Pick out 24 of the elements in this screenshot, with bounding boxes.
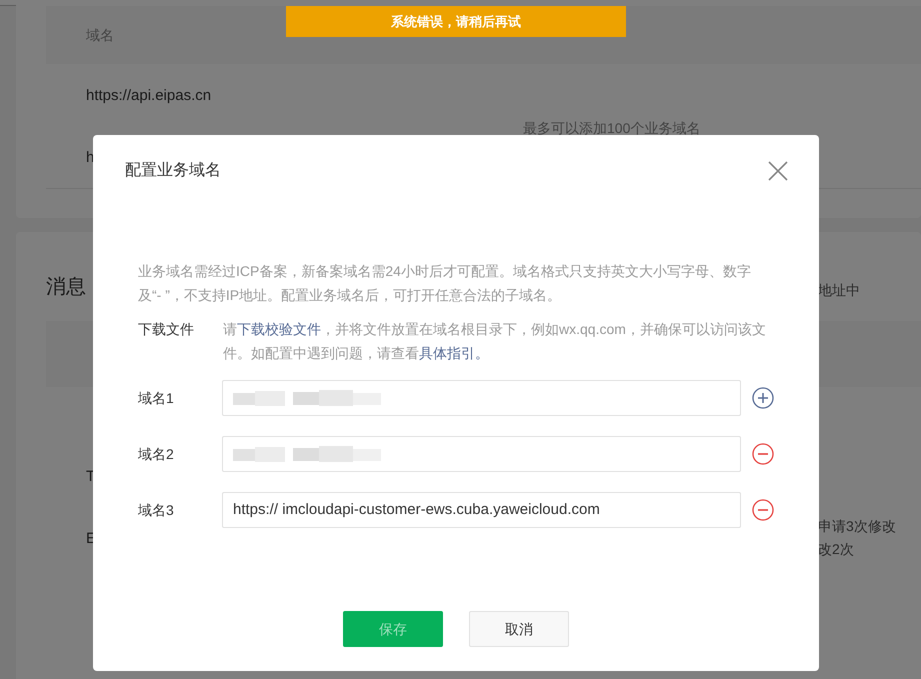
close-icon[interactable] xyxy=(767,160,789,182)
instruction-text: 请下载校验文件，并将文件放置在域名根目录下，例如wx.qq.com，并确保可以访问该文件。如配置中遇到问题，请查看具体指引。 xyxy=(223,320,767,363)
table-cell-text: 申请3次修改 xyxy=(818,517,896,536)
download-link[interactable]: 下载校验文件 xyxy=(237,321,321,337)
input-field[interactable] xyxy=(222,380,741,416)
guide-link[interactable]: 具体指引。 xyxy=(419,345,489,361)
table-cell-text: 地址中 xyxy=(818,281,860,300)
remove-icon[interactable] xyxy=(752,499,774,521)
dialog-title: 配置业务域名 xyxy=(125,160,221,181)
input-field[interactable] xyxy=(222,436,741,472)
section-title: 消息 xyxy=(46,275,86,300)
cancel-button[interactable]: 取消 xyxy=(469,611,569,647)
table-cell-text: https://api.eipas.cn xyxy=(86,86,212,106)
description-text: 业务域名需经过ICP备案，新备案域名需24小时后才可配置。域名格式只支持英文大小写字母、数字及“- ”，不支持IP地址。配置业务域名后，可打开任意合法的子域名。 xyxy=(138,262,752,305)
add-icon[interactable] xyxy=(752,387,774,409)
field-label: 下载文件 xyxy=(138,320,195,339)
input-field[interactable]: https:// imcloudapi-customer-ews.cuba.yaweicloud.com xyxy=(222,492,741,528)
remove-icon[interactable] xyxy=(752,443,774,465)
hint-text: 最多可以添加100个业务域名 xyxy=(523,119,700,138)
field-label: 域名2 xyxy=(138,444,175,464)
field-label: 域名1 xyxy=(138,388,175,408)
field-label: 域名3 xyxy=(138,500,175,520)
toast-message: 系统错误，请稍后再试 xyxy=(391,12,521,31)
table-cell-text: 改2次 xyxy=(818,540,854,559)
